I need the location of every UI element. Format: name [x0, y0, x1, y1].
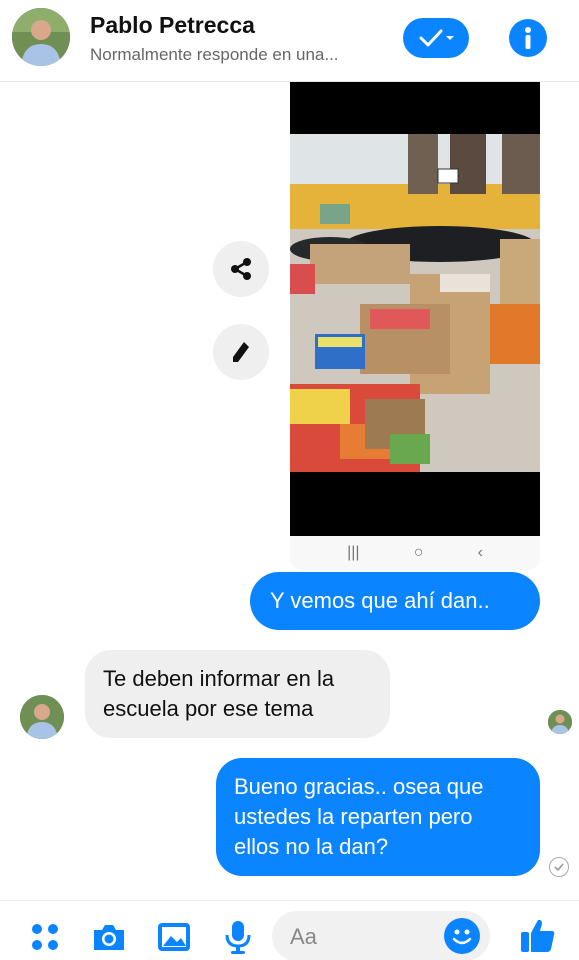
contact-avatar[interactable] [12, 8, 70, 66]
outgoing-message[interactable]: Y vemos que ahí dan.. [250, 572, 540, 630]
image-letterbox-top [290, 82, 540, 134]
camera-icon [94, 925, 124, 950]
share-button[interactable] [213, 241, 269, 297]
pencil-icon [233, 342, 249, 362]
voice-button[interactable] [220, 919, 256, 955]
camera-button[interactable] [91, 919, 127, 955]
more-actions-button[interactable] [27, 919, 63, 955]
message-input-placeholder: Aa [290, 924, 317, 949]
image-letterbox-bottom [290, 472, 540, 536]
chat-header: Pablo Petrecca Normalmente responde en u… [0, 0, 579, 82]
check-dropdown-button[interactable] [403, 18, 469, 58]
message-text: Y vemos que ahí dan.. [270, 588, 490, 613]
emoji-icon [452, 929, 472, 945]
message-text-line: escuela por ese tema [103, 696, 314, 721]
sender-avatar[interactable] [20, 695, 64, 739]
recents-icon: ||| [347, 544, 360, 561]
message-text-line: Te deben informar en la [103, 666, 335, 691]
home-icon: ○ [413, 544, 424, 561]
image-navbar: ||| ○ ‹ [290, 536, 540, 570]
message-text-line: ustedes la reparten pero [234, 804, 473, 829]
message-input[interactable]: Aa [272, 911, 490, 960]
incoming-message[interactable]: Te deben informar en la escuela por ese … [85, 650, 390, 738]
back-icon: ‹ [477, 544, 483, 561]
message-text-line: ellos no la dan? [234, 834, 389, 859]
check-icon [419, 29, 454, 47]
contact-status: Normalmente responde en una... [90, 45, 339, 64]
info-button[interactable] [509, 19, 547, 57]
shared-image-message[interactable]: ||| ○ ‹ [290, 82, 540, 570]
emoji-button[interactable] [444, 918, 480, 954]
composer-bar: Aa [0, 900, 579, 960]
menu-dots-icon [32, 924, 58, 950]
sent-check-icon [549, 857, 569, 877]
gallery-button[interactable] [156, 919, 192, 955]
read-receipt-avatar [548, 710, 572, 734]
edit-button[interactable] [213, 324, 269, 380]
share-icon [231, 258, 251, 280]
outgoing-message[interactable]: Bueno gracias.. osea que ustedes la repa… [216, 758, 540, 876]
image-icon [158, 923, 190, 951]
like-button[interactable] [518, 915, 558, 955]
thumbs-up-icon [521, 919, 555, 952]
contact-name[interactable]: Pablo Petrecca [90, 12, 255, 39]
message-text-line: Bueno gracias.. osea que [234, 774, 484, 799]
info-icon [525, 27, 531, 49]
microphone-icon [225, 921, 251, 954]
